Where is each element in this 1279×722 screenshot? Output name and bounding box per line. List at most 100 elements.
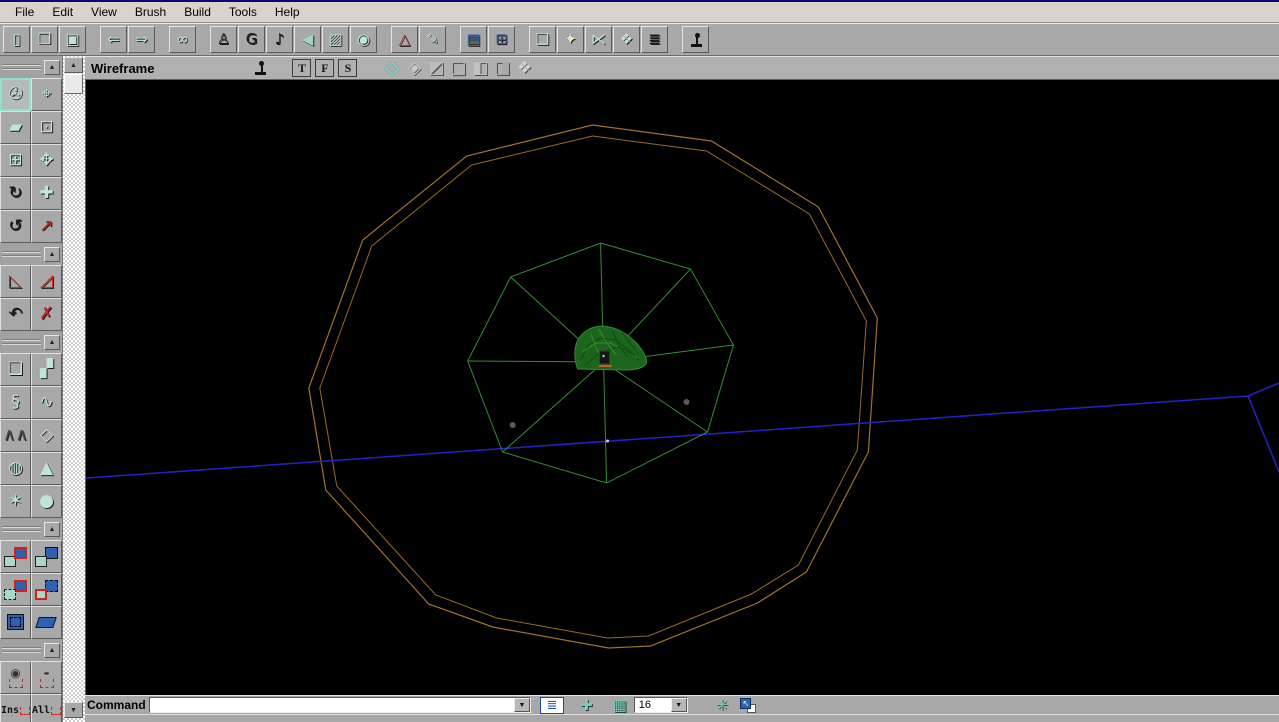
vertex-editing-mode-button[interactable]: ⌖ [31, 78, 62, 111]
build-all-button[interactable]: ❖ [613, 26, 640, 53]
joystick-icon[interactable] [254, 61, 266, 75]
build-lighting-button[interactable]: ✦ [557, 26, 584, 53]
palette-section-bar: ▲ [0, 518, 62, 540]
menu-view[interactable]: View [82, 3, 126, 21]
toggle-s-button[interactable]: S [338, 59, 357, 77]
sound-browser-button[interactable]: ◀ [294, 26, 321, 53]
mesh-browser-button[interactable]: ◉ [350, 26, 377, 53]
textured-mode-button[interactable]: ◧ [469, 58, 491, 79]
menu-brush[interactable]: Brush [126, 3, 175, 21]
brush-snap-scale-mode-button[interactable]: ⊞ [0, 144, 31, 177]
add-special-brush-button[interactable] [0, 606, 31, 639]
cylinder-brush-button[interactable]: ◍ [0, 452, 31, 485]
brush-rotate-mode-button[interactable]: ↻ [0, 177, 31, 210]
brush-stretch-mode-button[interactable]: ✥ [31, 144, 62, 177]
spiral-stair-brush-button[interactable]: § [0, 386, 31, 419]
search-actors-button[interactable]: ∞ [169, 26, 196, 53]
wireframe-mode-button[interactable]: ◇ [381, 58, 403, 79]
curved-stair-brush-button[interactable]: ∿ [31, 386, 62, 419]
blue-brush-line [86, 383, 1279, 478]
menu-edit[interactable]: Edit [43, 3, 82, 21]
dynamic-light-mode-button[interactable]: ❖ [513, 58, 535, 79]
stair-brush-button[interactable]: ▞ [31, 353, 62, 386]
command-dropdown-button[interactable]: ▼ [514, 698, 530, 712]
actor-class-browser-button[interactable]: ♙ [210, 26, 237, 53]
section-collapse-button[interactable]: ▲ [44, 247, 60, 262]
add-movable-brush-button[interactable] [31, 606, 62, 639]
csg-deintersect-button[interactable] [31, 573, 62, 606]
show-selected-actors-button[interactable] [0, 661, 31, 694]
brush-scale-mode-button[interactable]: ▰ [0, 111, 31, 144]
section-collapse-button[interactable]: ▲ [44, 335, 60, 350]
sheet-brush-button[interactable]: ◇ [31, 419, 62, 452]
csg-add-button[interactable] [0, 540, 31, 573]
menu-tools[interactable]: Tools [220, 3, 266, 21]
menu-file[interactable]: File [6, 3, 43, 21]
section-collapse-button[interactable]: ▲ [44, 522, 60, 537]
section-grooves [2, 62, 41, 72]
surface-properties-button[interactable]: ✎ [419, 26, 446, 53]
texture-browser-button[interactable]: ▨ [322, 26, 349, 53]
toggle-t-button[interactable]: T [292, 59, 311, 77]
palette-scroll-down-button[interactable]: ▼ [64, 702, 83, 718]
menu-help[interactable]: Help [266, 3, 309, 21]
rotation-grid-button[interactable]: ✳ [714, 697, 731, 714]
decor-sprite [683, 399, 689, 405]
bsp-cuts-mode-button[interactable]: ◪ [447, 58, 469, 79]
cube-brush-button[interactable]: ❑ [0, 353, 31, 386]
lighting-mode-button[interactable]: ◨ [491, 58, 513, 79]
build-geometry-button[interactable]: ❑ [529, 26, 556, 53]
build-options-button[interactable]: ≣ [641, 26, 668, 53]
script-editor-button[interactable]: ▤ [460, 26, 487, 53]
texture-usage-mode-button[interactable]: ◩ [425, 58, 447, 79]
texture-rotate-mode-button[interactable]: ↺ [0, 210, 31, 243]
face-drag-mode-button[interactable]: ↗ [31, 210, 62, 243]
maximize-viewport-button[interactable]: ↖ [738, 697, 758, 714]
palette-scroll-thumb[interactable] [64, 74, 83, 94]
music-browser-button[interactable]: ♪ [266, 26, 293, 53]
cone-brush-button[interactable]: ▲ [31, 452, 62, 485]
actor-browser-button[interactable]: ⊞ [488, 26, 515, 53]
split-poly-button[interactable]: ◿ [31, 265, 62, 298]
group-browser-button[interactable]: G [238, 26, 265, 53]
2d-shape-editor-button[interactable]: △ [391, 26, 418, 53]
open-map-button[interactable]: ❒ [31, 26, 58, 53]
save-map-button[interactable]: ▣ [59, 26, 86, 53]
delete-clip-button[interactable]: ✗ [31, 298, 62, 331]
hide-selected-actors-button[interactable] [31, 661, 62, 694]
actor-scale-mode-button[interactable]: ⊡ [31, 111, 62, 144]
sphere-brush-button[interactable]: ● [31, 485, 62, 518]
section-collapse-button[interactable]: ▲ [44, 643, 60, 658]
section-collapse-button[interactable]: ▲ [44, 60, 60, 75]
new-map-button[interactable]: ▯ [3, 26, 30, 53]
palette-scroll-up-button[interactable]: ▲ [64, 57, 83, 73]
palette-scrollbar[interactable]: ▲ ▼ [62, 56, 85, 722]
build-paths-button[interactable]: ⋉ [585, 26, 612, 53]
grid-toggle-button[interactable]: ▦ [611, 697, 629, 714]
volumetric-brush-button[interactable]: ✶ [0, 485, 31, 518]
wireframe-viewport[interactable] [85, 80, 1279, 695]
command-input[interactable] [150, 698, 514, 712]
zone-portal-mode-button[interactable]: ◈ [403, 58, 425, 79]
terrain-brush-button[interactable]: ∧∧ [0, 419, 31, 452]
invert-selection-button[interactable]: Ins [0, 694, 31, 722]
redo-button[interactable]: ⇒ [128, 26, 155, 53]
play-map-button[interactable] [682, 26, 709, 53]
texture-pan-mode-button[interactable]: ✚ [31, 177, 62, 210]
toggle-f-button[interactable]: F [315, 59, 334, 77]
undo-button[interactable]: ⇐ [100, 26, 127, 53]
select-all-actors-button[interactable]: All [31, 694, 62, 722]
vertex-dot [606, 440, 609, 443]
2d-shape-editor-icon: △ [399, 32, 411, 47]
brush-bracket-icon [20, 707, 30, 715]
brush-clip-button[interactable]: ◺ [0, 265, 31, 298]
grid-size-dropdown-button[interactable]: ▼ [671, 698, 687, 712]
vertex-snap-button[interactable]: ✚ [578, 697, 595, 714]
flip-clip-button[interactable]: ↶ [0, 298, 31, 331]
camera-movement-mode-button[interactable]: ✇ [0, 78, 31, 111]
csg-intersect-button[interactable] [0, 573, 31, 606]
csg-subtract-button[interactable] [31, 540, 62, 573]
menu-build[interactable]: Build [175, 3, 220, 21]
csg-subtract-icon [35, 547, 58, 567]
log-window-button[interactable]: ≣ [540, 697, 564, 714]
